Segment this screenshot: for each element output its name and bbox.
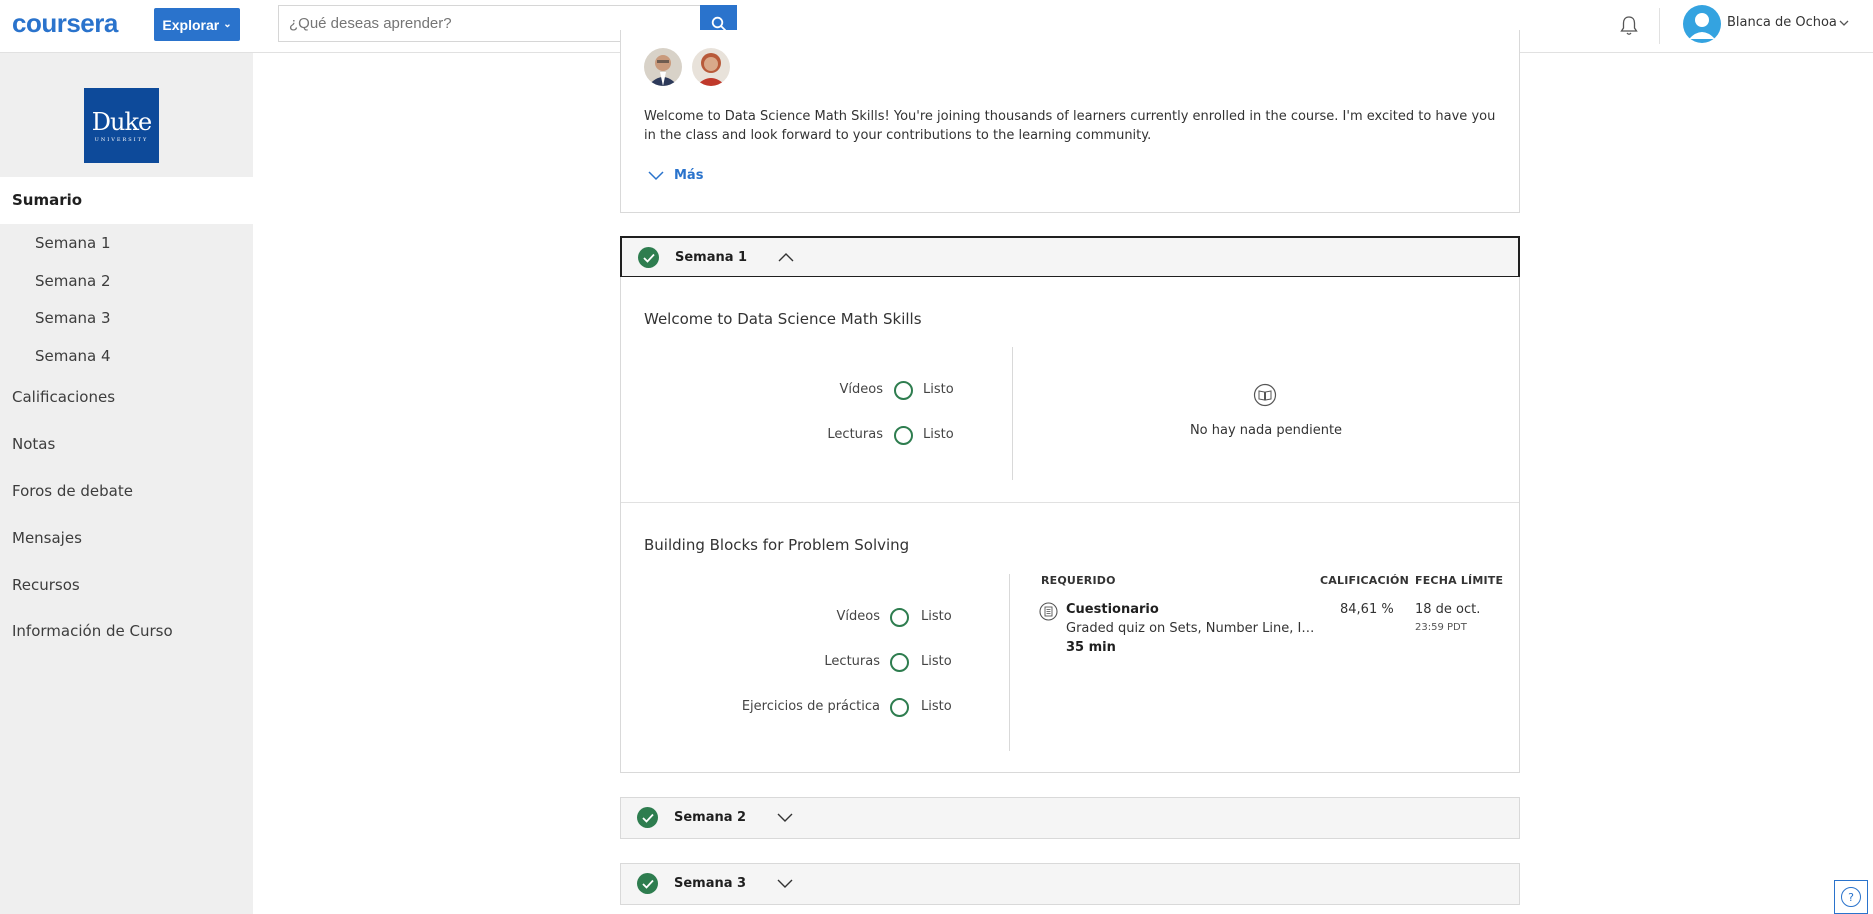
progress-label: Lecturas — [827, 427, 883, 442]
check-circle-icon — [637, 807, 658, 828]
progress-label: Vídeos — [836, 609, 880, 624]
progress-status: Listo — [923, 382, 954, 397]
quiz-due-time: 23:59 PDT — [1415, 622, 1467, 633]
header-divider — [1659, 8, 1660, 44]
book-icon — [1253, 383, 1277, 407]
university-logo[interactable]: Duke UNIVERSITY — [84, 88, 159, 163]
column-header-required: REQUERIDO — [1041, 574, 1116, 587]
sidebar-item-informacion-curso[interactable]: Información de Curso — [12, 622, 173, 640]
progress-label: Lecturas — [824, 654, 880, 669]
progress-status: Listo — [921, 699, 952, 714]
week-title: Semana 2 — [674, 810, 747, 825]
sidebar: Duke UNIVERSITY Sumario Semana 1 Semana … — [0, 53, 253, 914]
notification-bell-icon[interactable] — [1617, 14, 1641, 38]
more-label: Más — [674, 168, 704, 183]
chevron-up-icon — [778, 253, 794, 262]
progress-label: Ejercicios de práctica — [741, 699, 880, 714]
progress-ring-icon — [894, 426, 913, 445]
lesson-title[interactable]: Welcome to Data Science Math Skills — [644, 310, 922, 328]
chevron-down-icon — [648, 170, 664, 180]
progress-ring-icon — [894, 381, 913, 400]
course-intro-card: Welcome to Data Science Math Skills! You… — [620, 30, 1520, 213]
sidebar-item-semana-3[interactable]: Semana 3 — [35, 309, 111, 327]
section-divider — [1009, 574, 1010, 751]
week-1-header[interactable]: Semana 1 — [620, 236, 1520, 278]
user-name[interactable]: Blanca de Ochoa — [1727, 15, 1837, 30]
quiz-description[interactable]: Graded quiz on Sets, Number Line, Inequa… — [1066, 621, 1316, 636]
progress-ring-icon — [890, 698, 909, 717]
university-logo-text: Duke — [91, 108, 152, 136]
week-3-header[interactable]: Semana 3 — [620, 863, 1520, 905]
sidebar-item-foros[interactable]: Foros de debate — [12, 482, 133, 500]
help-button[interactable]: ? — [1834, 880, 1868, 914]
quiz-icon — [1039, 602, 1058, 621]
chevron-down-icon: ⌄ — [223, 19, 232, 30]
column-header-grade: CALIFICACIÓN — [1320, 574, 1410, 587]
instructor-photo — [692, 48, 730, 86]
coursera-logo[interactable]: coursera — [12, 8, 118, 39]
progress-status: Listo — [921, 654, 952, 669]
chevron-down-icon — [777, 879, 793, 888]
explore-button[interactable]: Explorar ⌄ — [154, 8, 240, 41]
lesson-divider — [621, 502, 1519, 503]
course-welcome-text: Welcome to Data Science Math Skills! You… — [644, 109, 1496, 143]
sidebar-item-notas[interactable]: Notas — [12, 435, 55, 453]
sidebar-item-mensajes[interactable]: Mensajes — [12, 529, 82, 547]
sidebar-item-semana-1[interactable]: Semana 1 — [35, 234, 111, 252]
quiz-link[interactable]: Cuestionario — [1066, 602, 1159, 617]
progress-status: Listo — [923, 427, 954, 442]
quiz-grade: 84,61 % — [1340, 602, 1394, 617]
instructor-photo — [644, 48, 682, 86]
sidebar-item-semana-2[interactable]: Semana 2 — [35, 272, 111, 290]
explore-label: Explorar — [162, 16, 220, 33]
section-divider — [1012, 347, 1013, 480]
week-title: Semana 1 — [675, 250, 748, 265]
progress-ring-icon — [890, 608, 909, 627]
week-2-header[interactable]: Semana 2 — [620, 797, 1520, 839]
sidebar-item-recursos[interactable]: Recursos — [12, 576, 80, 594]
progress-ring-icon — [890, 653, 909, 672]
progress-status: Listo — [921, 609, 952, 624]
quiz-due-date: 18 de oct. — [1415, 602, 1481, 617]
check-circle-icon — [637, 873, 658, 894]
empty-state-message: No hay nada pendiente — [1189, 423, 1343, 438]
check-circle-icon — [638, 247, 659, 268]
lesson-title[interactable]: Building Blocks for Problem Solving — [644, 536, 909, 554]
user-icon — [1689, 13, 1715, 39]
sidebar-item-semana-4[interactable]: Semana 4 — [35, 347, 111, 365]
chevron-down-icon — [777, 813, 793, 822]
instructor-avatar[interactable] — [692, 48, 730, 86]
sidebar-item-calificaciones[interactable]: Calificaciones — [12, 388, 115, 406]
week-title: Semana 3 — [674, 876, 747, 891]
week-1-content: Welcome to Data Science Math Skills Víde… — [620, 277, 1520, 773]
more-button[interactable]: Más — [648, 168, 703, 183]
column-header-due-date: FECHA LÍMITE — [1415, 574, 1504, 587]
instructor-avatar[interactable] — [644, 48, 682, 86]
quiz-duration: 35 min — [1066, 640, 1116, 655]
university-logo-subtext: UNIVERSITY — [94, 137, 149, 143]
help-icon: ? — [1841, 887, 1861, 907]
avatar[interactable] — [1683, 5, 1721, 43]
progress-label: Vídeos — [839, 382, 883, 397]
chevron-down-icon[interactable] — [1838, 17, 1850, 29]
sidebar-item-sumario[interactable]: Sumario — [12, 191, 82, 209]
